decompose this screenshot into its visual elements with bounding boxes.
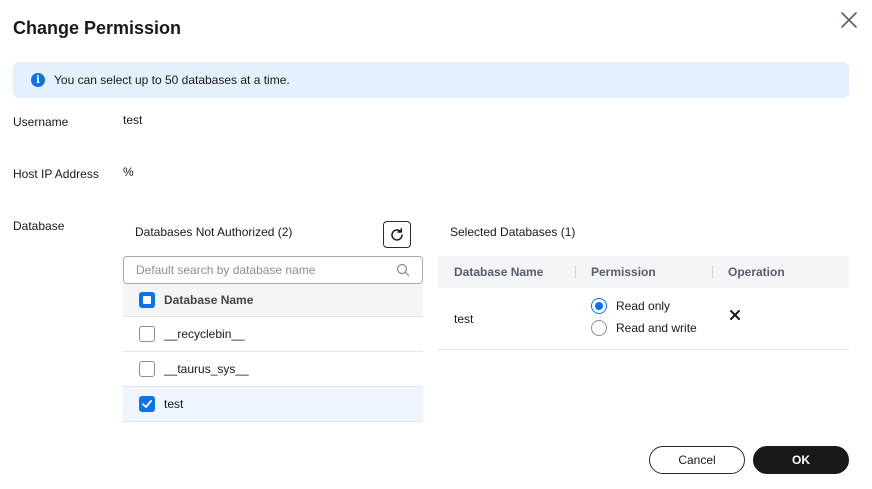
database-search-box[interactable] — [123, 256, 423, 284]
list-item-label: test — [164, 397, 184, 411]
selected-database-name: test — [454, 312, 474, 326]
column-header-database-name: Database Name — [454, 265, 544, 279]
column-header-operation: Operation — [728, 265, 785, 279]
close-icon[interactable] — [838, 9, 860, 31]
cancel-button[interactable]: Cancel — [649, 446, 745, 474]
ok-button[interactable]: OK — [753, 446, 849, 474]
select-all-checkbox[interactable] — [139, 292, 155, 308]
column-divider — [575, 265, 576, 279]
unauthorized-list-header: Database Name — [123, 284, 423, 317]
radio-icon[interactable] — [591, 298, 607, 314]
radio-label: Read and write — [616, 321, 697, 335]
checkbox-icon[interactable] — [139, 326, 155, 342]
list-item[interactable]: __recyclebin__ — [123, 317, 423, 352]
username-value: test — [123, 113, 143, 127]
selected-panel-title: Selected Databases (1) — [450, 225, 576, 239]
radio-label: Read only — [616, 299, 671, 313]
database-label: Database — [13, 219, 65, 233]
info-notice: i You can select up to 50 databases at a… — [13, 62, 849, 98]
remove-icon[interactable] — [729, 309, 741, 324]
info-icon: i — [31, 73, 45, 87]
list-item[interactable]: test — [123, 387, 423, 422]
unauthorized-panel-title: Databases Not Authorized (2) — [135, 225, 293, 239]
refresh-button[interactable] — [383, 221, 411, 248]
notice-text: You can select up to 50 databases at a t… — [54, 73, 290, 87]
search-icon[interactable] — [396, 263, 410, 280]
dialog-title: Change Permission — [13, 18, 182, 38]
list-item-label: __recyclebin__ — [164, 327, 245, 341]
permission-read-only-option[interactable]: Read only — [591, 298, 670, 314]
checkbox-icon[interactable] — [139, 361, 155, 377]
list-item-label: __taurus_sys__ — [164, 362, 249, 376]
database-search-input[interactable] — [136, 263, 386, 277]
host-ip-value: % — [123, 165, 134, 179]
column-header-permission: Permission — [591, 265, 656, 279]
radio-icon[interactable] — [591, 320, 607, 336]
table-row: test Read only Read and write — [438, 288, 849, 350]
checkbox-icon[interactable] — [139, 396, 155, 412]
list-header-label: Database Name — [164, 293, 254, 307]
selected-table-header: Database Name Permission Operation — [438, 256, 849, 288]
refresh-icon — [391, 227, 403, 241]
username-label: Username — [13, 115, 69, 129]
list-item[interactable]: __taurus_sys__ — [123, 352, 423, 387]
permission-read-write-option[interactable]: Read and write — [591, 320, 697, 336]
column-divider — [712, 265, 713, 279]
host-ip-label: Host IP Address — [13, 167, 99, 181]
